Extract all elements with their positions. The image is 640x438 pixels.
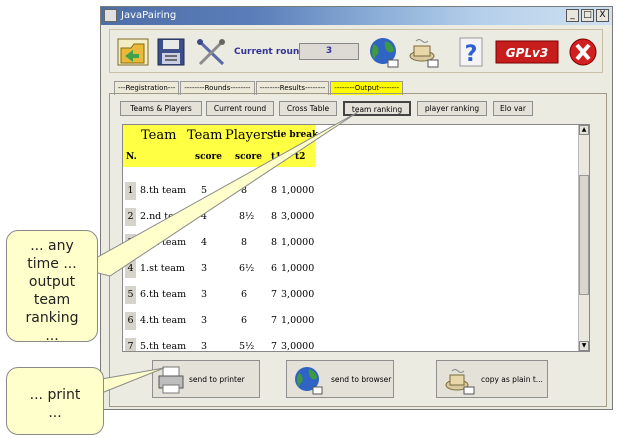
callout-line: ... xyxy=(45,328,59,344)
callout-line: ranking xyxy=(25,310,79,326)
callout-line: team xyxy=(33,292,71,308)
callout-line: output xyxy=(28,274,76,290)
callout-output: ... any time ... output team ranking ... xyxy=(6,230,98,344)
callout-line: ... print xyxy=(29,387,81,403)
callout-print: ... print ... xyxy=(6,367,104,435)
callout-line: time ... xyxy=(27,256,77,272)
callout-line: ... any xyxy=(30,238,74,254)
callout-line: ... xyxy=(48,405,62,421)
